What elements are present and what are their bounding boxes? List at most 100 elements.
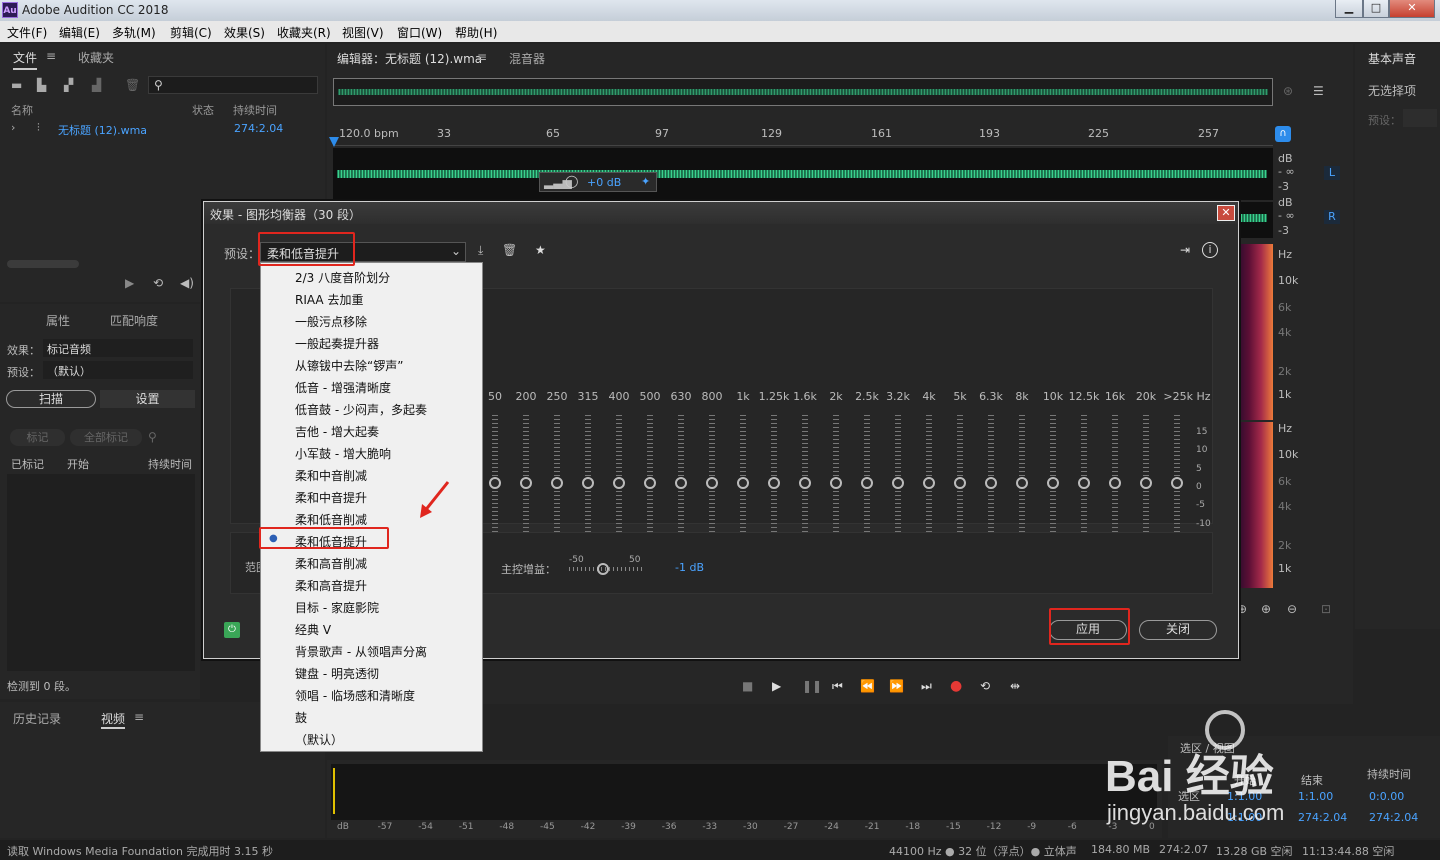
view-duration-value[interactable]: 274:2.04	[1369, 811, 1418, 824]
record-icon[interactable]: ●	[950, 678, 962, 694]
band-slider-knob[interactable]	[675, 477, 687, 489]
zoom-icon[interactable]: ⚲	[148, 430, 157, 444]
power-icon[interactable]: ⏻	[224, 622, 240, 638]
go-start-icon[interactable]: ⏮	[832, 679, 843, 694]
channel-L-button[interactable]: L	[1324, 166, 1340, 180]
band-slider-knob[interactable]	[954, 477, 966, 489]
channel-R-button[interactable]: R	[1324, 210, 1340, 224]
scan-button[interactable]: 扫描	[6, 390, 96, 408]
spectral-display-R[interactable]	[1233, 422, 1273, 588]
master-gain-value[interactable]: -1 dB	[675, 561, 704, 574]
spectral-display-L[interactable]	[1233, 244, 1273, 420]
zoom-reset-icon[interactable]: ⊡	[1321, 602, 1331, 616]
files-search-input[interactable]: ⚲	[148, 76, 318, 94]
band-slider-knob[interactable]	[1016, 477, 1028, 489]
band-slider-knob[interactable]	[1109, 477, 1121, 489]
preset-option[interactable]: 柔和中音削减	[295, 467, 480, 484]
zoom-in-amp-icon[interactable]: ⊕	[1261, 602, 1271, 616]
band-slider-knob[interactable]	[799, 477, 811, 489]
mark-all-button[interactable]: 全部标记	[70, 429, 142, 446]
band-slider-knob[interactable]	[923, 477, 935, 489]
zoom-out-amp-icon[interactable]: ⊖	[1287, 602, 1297, 616]
tab-match-loudness[interactable]: 匹配响度	[110, 312, 158, 329]
close-window-button[interactable]: ✕	[1389, 0, 1435, 18]
preset-option[interactable]: 背景歌声 - 从领唱声分离	[295, 643, 480, 660]
insert-icon[interactable]: ▟	[92, 78, 101, 92]
panel-menu-icon-2[interactable]: ≡	[134, 710, 144, 724]
preset-option[interactable]: 鼓	[295, 709, 480, 726]
loop-icon[interactable]: ⟲	[153, 276, 163, 290]
tab-favorites[interactable]: 收藏夹	[78, 49, 114, 66]
files-scrollbar[interactable]	[7, 260, 79, 268]
tab-history[interactable]: 历史记录	[13, 710, 61, 727]
col-marked[interactable]: 已标记	[11, 456, 44, 472]
marked-list[interactable]	[7, 474, 195, 671]
band-slider-knob[interactable]	[489, 477, 501, 489]
new-file-icon[interactable]: ▞	[64, 78, 73, 92]
band-slider-knob[interactable]	[1171, 477, 1183, 489]
expand-chevron-icon[interactable]: ›	[11, 121, 15, 134]
gain-value[interactable]: +0 dB	[587, 176, 621, 189]
preset-option[interactable]: 柔和高音提升	[295, 577, 480, 594]
band-slider-knob[interactable]	[892, 477, 904, 489]
tab-properties[interactable]: 属性	[46, 312, 70, 329]
preset-option[interactable]: 一般起奏提升器	[295, 335, 480, 352]
maximize-button[interactable]: □	[1363, 0, 1389, 18]
band-slider-knob[interactable]	[985, 477, 997, 489]
favorite-star-icon[interactable]: ★	[535, 243, 546, 257]
preset-option[interactable]: 柔和中音提升	[295, 489, 480, 506]
band-slider-knob[interactable]	[520, 477, 532, 489]
delete-preset-icon[interactable]: 🗑	[502, 243, 517, 257]
band-slider-knob[interactable]	[1047, 477, 1059, 489]
preset-option[interactable]: 经典 V	[295, 621, 480, 638]
preset-option[interactable]: 领唱 - 临场感和清晰度	[295, 687, 480, 704]
save-preset-icon[interactable]: ⤓	[478, 243, 483, 258]
panel-menu-icon[interactable]: ≡	[46, 49, 56, 63]
sel-duration-value[interactable]: 0:0.00	[1369, 790, 1404, 803]
preset-option[interactable]: 2/3 八度音阶划分	[295, 269, 480, 286]
loop-transport-icon[interactable]: ⟲	[980, 679, 990, 693]
preset-option[interactable]: 小军鼓 - 增大脆响	[295, 445, 480, 462]
band-slider-knob[interactable]	[737, 477, 749, 489]
gain-knob-icon[interactable]: ◯	[565, 174, 578, 188]
menu-edit[interactable]: 编辑(E)	[59, 24, 100, 41]
preset-option[interactable]: 低音鼓 - 少闷声，多起奏	[295, 401, 480, 418]
route-icon[interactable]: ⇥	[1180, 243, 1190, 257]
file-row[interactable]: › ⫶ 无标题 (12).wma 274:2.04	[7, 119, 317, 137]
effect-select[interactable]: 标记音频	[43, 339, 193, 357]
band-slider-knob[interactable]	[706, 477, 718, 489]
dialog-close-icon[interactable]: ✕	[1217, 205, 1235, 221]
mark-button[interactable]: 标记	[10, 429, 65, 446]
menu-file[interactable]: 文件(F)	[7, 24, 47, 41]
tab-mixer[interactable]: 混音器	[509, 50, 545, 67]
band-slider-knob[interactable]	[551, 477, 563, 489]
info-icon[interactable]: i	[1202, 242, 1218, 258]
menu-favorites[interactable]: 收藏夹(R)	[277, 24, 331, 41]
col-name[interactable]: 名称	[11, 102, 33, 118]
menu-help[interactable]: 帮助(H)	[455, 24, 497, 41]
menu-multitrack[interactable]: 多轨(M)	[112, 24, 156, 41]
band-slider-knob[interactable]	[582, 477, 594, 489]
menu-view[interactable]: 视图(V)	[342, 24, 384, 41]
band-slider-knob[interactable]	[861, 477, 873, 489]
band-slider-knob[interactable]	[1140, 477, 1152, 489]
preset-option[interactable]: （默认）	[295, 731, 480, 748]
preset-select[interactable]: （默认）	[43, 361, 193, 379]
tab-editor[interactable]: 编辑器：无标题 (12).wma	[337, 50, 482, 67]
preset-option[interactable]: RIAA 去加重	[295, 291, 480, 308]
rewind-icon[interactable]: ⏪	[860, 679, 875, 693]
dialog-title-bar[interactable]: 效果 - 图形均衡器（30 段） ✕	[204, 202, 1238, 224]
overview-bar[interactable]	[333, 78, 1273, 106]
preset-option[interactable]: 低音 - 增强清晰度	[295, 379, 480, 396]
settings-button[interactable]: 设置	[100, 390, 195, 408]
col-start[interactable]: 开始	[67, 456, 89, 472]
band-slider-knob[interactable]	[644, 477, 656, 489]
tab-files[interactable]: 文件	[13, 49, 38, 70]
col-duration-2[interactable]: 持续时间	[148, 456, 192, 472]
preset-option[interactable]: 键盘 - 明亮透彻	[295, 665, 480, 682]
open-folder-icon[interactable]: ▬	[11, 78, 22, 92]
skip-icon[interactable]: ⇹	[1010, 679, 1020, 693]
waveform-channel-L[interactable]	[333, 148, 1273, 200]
fast-forward-icon[interactable]: ⏩	[889, 679, 904, 693]
preset-option[interactable]: 柔和低音削减	[295, 511, 480, 528]
